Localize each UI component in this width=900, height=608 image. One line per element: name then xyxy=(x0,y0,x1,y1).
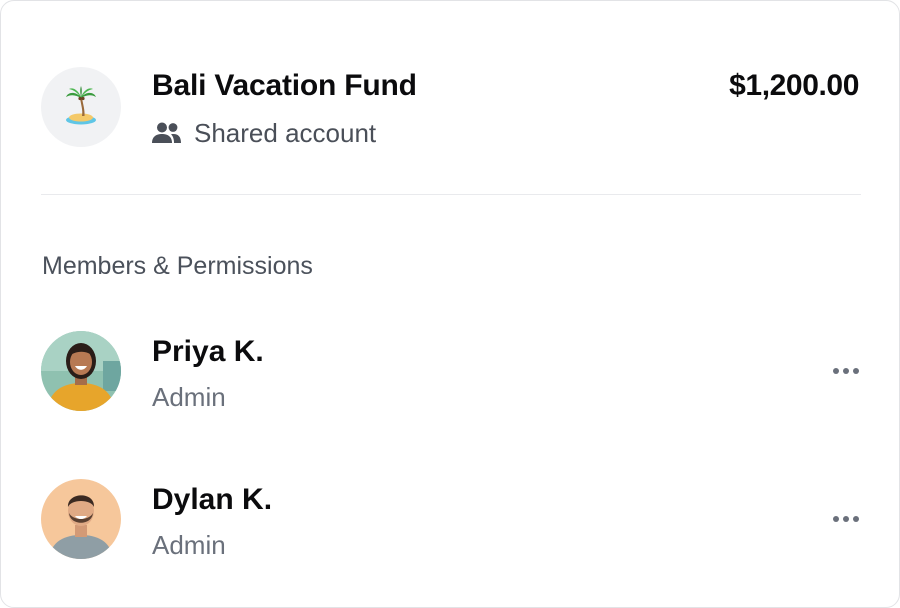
divider xyxy=(41,194,861,195)
avatar xyxy=(41,479,121,559)
more-horizontal-icon xyxy=(833,516,859,522)
member-row: Priya K. Admin xyxy=(41,331,861,412)
people-icon xyxy=(152,122,181,143)
member-name: Dylan K. xyxy=(152,483,273,516)
member-options-button[interactable] xyxy=(831,359,861,383)
member-role: Admin xyxy=(152,382,226,412)
account-type-label: Shared account xyxy=(194,118,377,148)
account-balance: $1,200.00 xyxy=(729,69,859,102)
member-row: Dylan K. Admin xyxy=(41,479,861,560)
member-options-button[interactable] xyxy=(831,507,861,531)
members-section-title: Members & Permissions xyxy=(42,252,313,280)
account-avatar xyxy=(41,67,121,147)
shared-account-card: Bali Vacation Fund Shared account $1,200… xyxy=(0,0,900,608)
account-type: Shared account xyxy=(152,117,376,149)
palm-tree-island-icon xyxy=(66,86,96,125)
member-name: Priya K. xyxy=(152,335,264,368)
more-horizontal-icon xyxy=(833,368,859,374)
account-name: Bali Vacation Fund xyxy=(152,69,417,102)
avatar xyxy=(41,331,121,411)
member-role: Admin xyxy=(152,530,226,560)
